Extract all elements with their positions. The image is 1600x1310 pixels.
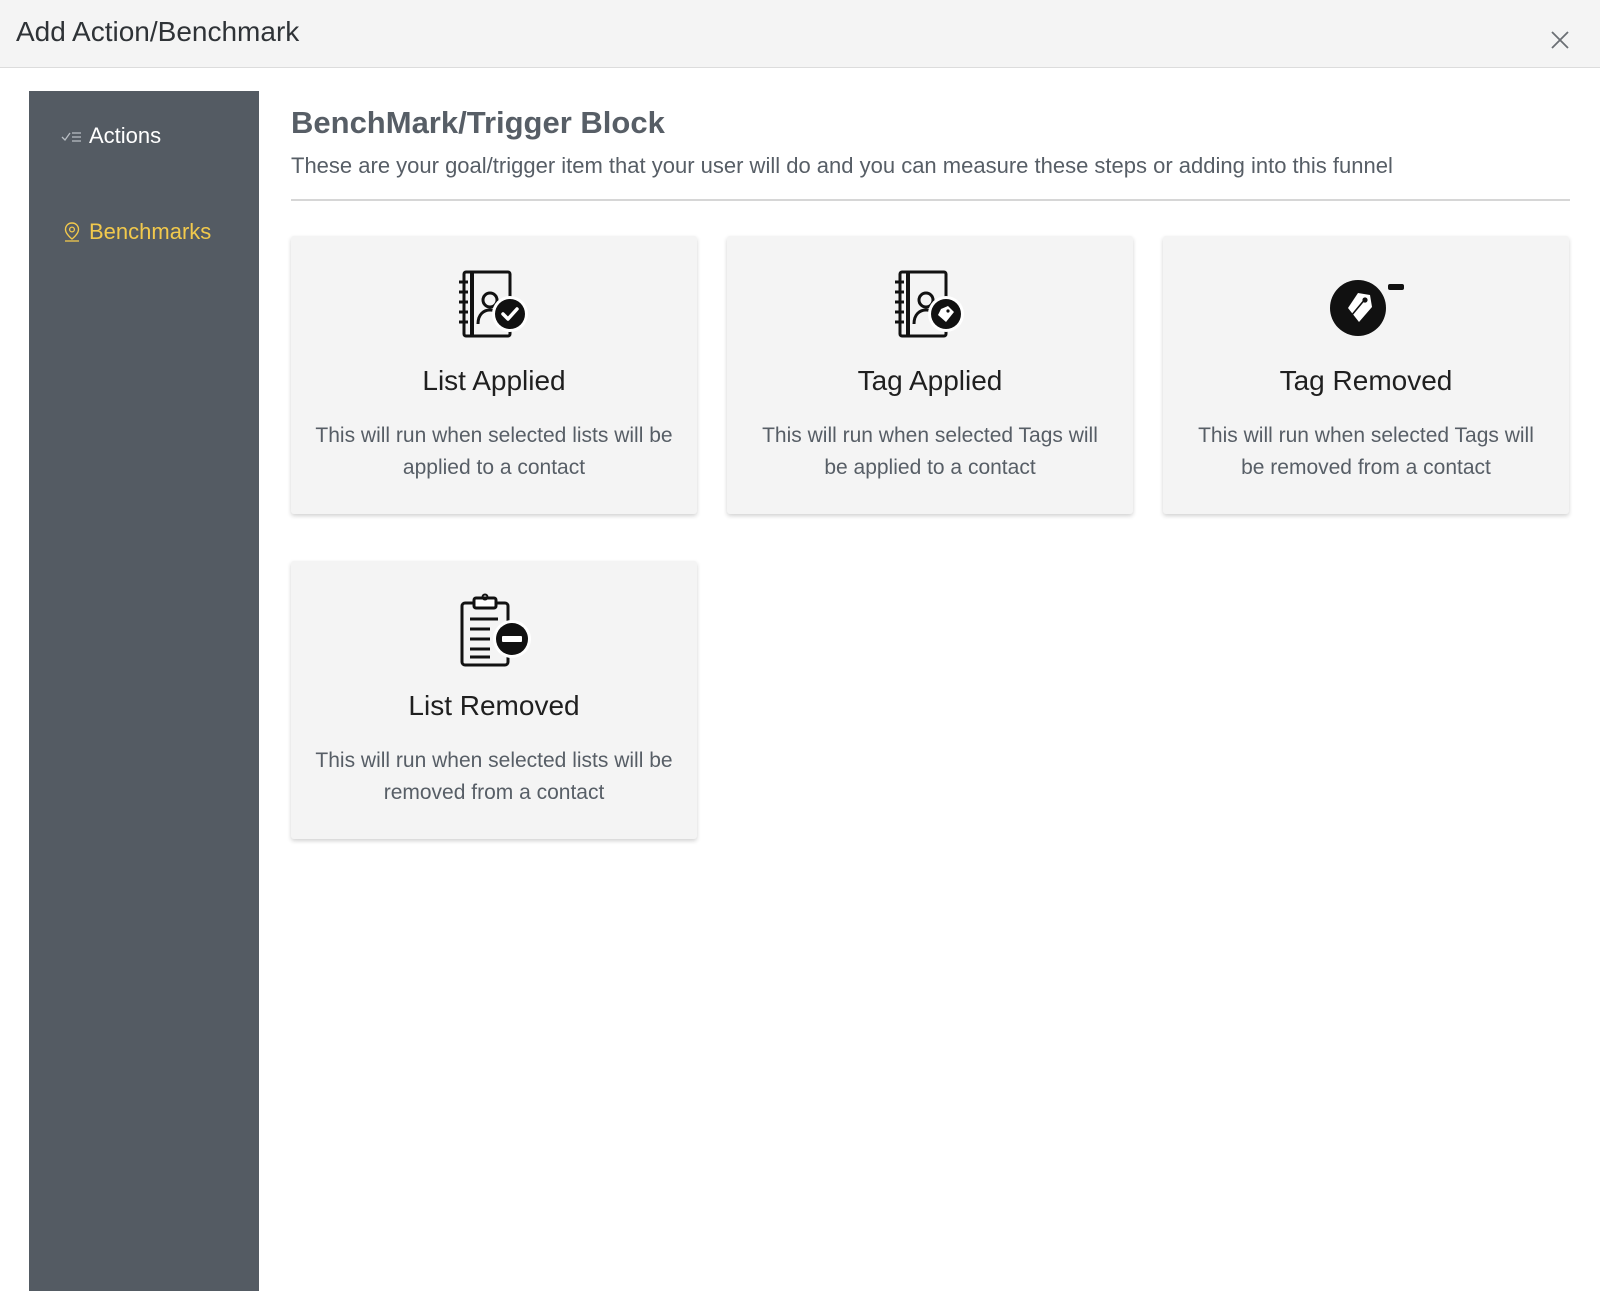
card-title: Tag Removed	[1279, 365, 1453, 396]
card-list-removed[interactable]: List Removed This will run when selected…	[291, 561, 697, 839]
location-pin-icon	[61, 221, 83, 243]
card-description: This will run when selected lists will b…	[315, 424, 673, 479]
card-list-applied[interactable]: List Applied This will run when selected…	[291, 236, 697, 514]
contact-book-tag-icon	[895, 270, 964, 338]
sidebar: Actions Benchmarks	[29, 91, 259, 1291]
modal-header: Add Action/Benchmark	[0, 0, 1600, 68]
sidebar-item-benchmarks[interactable]: Benchmarks	[61, 214, 211, 250]
section-description: These are your goal/trigger item that yo…	[291, 153, 1393, 178]
divider	[291, 199, 1570, 201]
card-description: This will run when selected Tags will be…	[1198, 424, 1534, 479]
card-description: This will run when selected lists will b…	[315, 749, 673, 804]
contact-book-check-icon	[459, 270, 528, 338]
sidebar-item-label: Benchmarks	[89, 219, 212, 244]
card-title: List Applied	[422, 365, 566, 396]
sidebar-item-actions[interactable]: Actions	[61, 118, 161, 154]
add-action-benchmark-modal: Add Action/Benchmark Actions Benchmarks …	[0, 0, 1600, 1310]
card-title: List Removed	[408, 690, 580, 721]
modal-title: Add Action/Benchmark	[16, 16, 300, 47]
clipboard-minus-icon	[460, 593, 531, 667]
checklist-icon	[61, 125, 83, 147]
card-tag-applied[interactable]: Tag Applied This will run when selected …	[727, 236, 1133, 514]
section-title: BenchMark/Trigger Block	[291, 105, 665, 140]
close-button[interactable]	[1548, 28, 1572, 52]
card-description: This will run when selected Tags will be…	[762, 424, 1098, 479]
tag-minus-icon	[1330, 280, 1404, 336]
close-icon	[1551, 31, 1569, 49]
sidebar-item-label: Actions	[89, 123, 162, 148]
card-title: Tag Applied	[857, 365, 1003, 396]
card-tag-removed[interactable]: Tag Removed This will run when selected …	[1163, 236, 1569, 514]
